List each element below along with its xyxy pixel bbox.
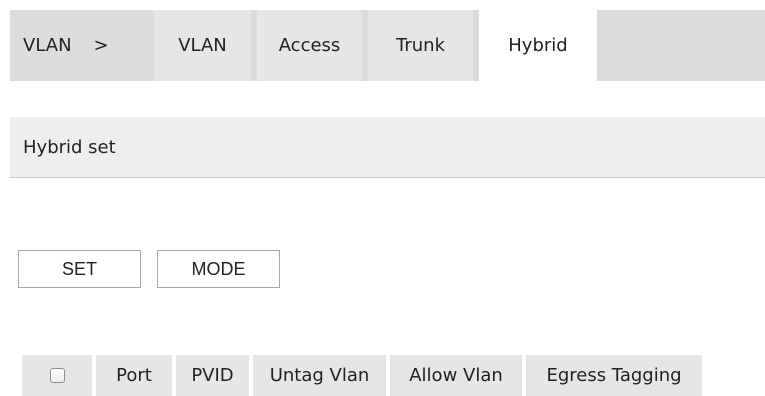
- tab-access[interactable]: Access: [257, 10, 362, 81]
- tab-label: VLAN: [178, 35, 227, 56]
- breadcrumb: VLAN >: [10, 10, 144, 81]
- tab-bar: VLAN > VLAN Access Trunk Hybrid: [10, 10, 765, 81]
- mode-button[interactable]: MODE: [157, 250, 280, 288]
- tab-trunk[interactable]: Trunk: [368, 10, 473, 81]
- breadcrumb-root: VLAN: [23, 35, 72, 56]
- tab-label: Trunk: [396, 35, 445, 56]
- tab-hybrid[interactable]: Hybrid: [479, 10, 597, 81]
- column-header-allow-vlan: Allow Vlan: [390, 355, 522, 396]
- set-button[interactable]: SET: [18, 250, 141, 288]
- column-header-pvid: PVID: [176, 355, 249, 396]
- column-header-port: Port: [96, 355, 172, 396]
- column-header-egress-tagging: Egress Tagging: [526, 355, 702, 396]
- tab-vlan[interactable]: VLAN: [154, 10, 251, 81]
- tab-label: Hybrid: [508, 35, 568, 56]
- hybrid-vlan-page: VLAN > VLAN Access Trunk Hybrid Hybrid s…: [0, 0, 765, 396]
- section-title: Hybrid set: [23, 136, 116, 158]
- tab-label: Access: [278, 35, 341, 56]
- column-header-untag-vlan: Untag Vlan: [253, 355, 386, 396]
- select-all-cell: [22, 355, 92, 396]
- breadcrumb-separator: >: [93, 35, 109, 56]
- section-header: Hybrid set: [10, 117, 765, 178]
- select-all-checkbox[interactable]: [49, 368, 65, 383]
- table-header: Port PVID Untag Vlan Allow Vlan Egress T…: [22, 355, 702, 396]
